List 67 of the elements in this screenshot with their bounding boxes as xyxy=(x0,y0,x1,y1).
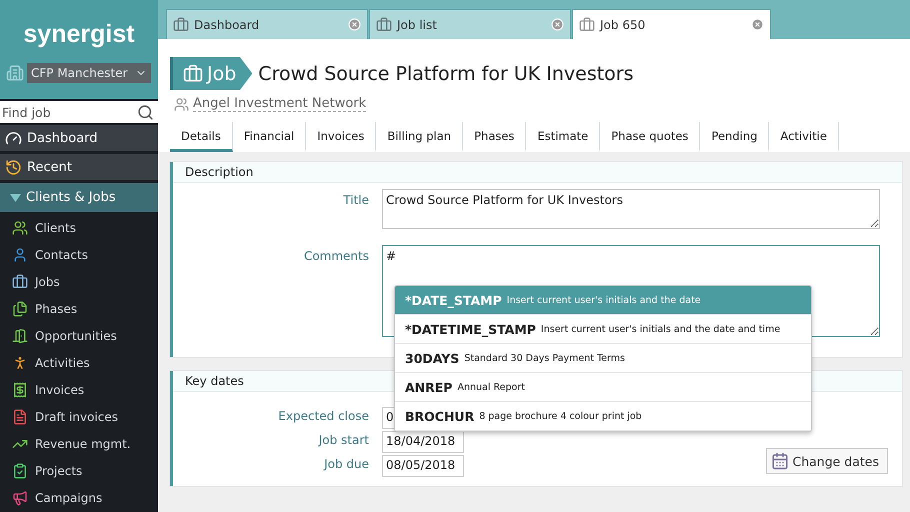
nav-item[interactable]: Contacts xyxy=(0,242,158,269)
briefcase-icon xyxy=(173,16,189,32)
nav-item[interactable]: Jobs xyxy=(0,268,158,296)
door-icon xyxy=(12,328,28,344)
search-box[interactable]: Find job xyxy=(0,100,158,124)
briefcase-icon xyxy=(12,274,28,290)
nav-item[interactable]: Draft invoices xyxy=(0,404,158,431)
field-label: Comments xyxy=(302,248,369,263)
job-title: Crowd Source Platform for UK Investors xyxy=(258,62,634,84)
document-icon xyxy=(12,409,28,426)
tab[interactable]: Invoices xyxy=(306,122,376,152)
tab[interactable]: Job 650 xyxy=(572,9,771,39)
nav-item[interactable]: Invoices xyxy=(0,376,158,404)
change-dates-button[interactable]: Change dates xyxy=(766,448,888,474)
tab[interactable]: Job list xyxy=(369,9,571,39)
megaphone-icon xyxy=(12,490,28,506)
nav-item[interactable]: Campaigns xyxy=(0,484,158,512)
office-select[interactable]: CFP Manchester xyxy=(27,63,151,83)
nav-item[interactable]: Opportunities xyxy=(0,322,158,350)
field-label: Title xyxy=(342,192,369,207)
logo: synergist xyxy=(23,20,135,49)
briefcase-icon xyxy=(376,16,392,32)
nav-item[interactable]: Projects xyxy=(0,458,158,485)
nav-item[interactable]: Clients xyxy=(0,214,158,242)
search-icon[interactable] xyxy=(137,104,154,121)
suggestion-item[interactable]: *DATETIME_STAMP Insert current user's initials and the date and time xyxy=(395,315,811,344)
nav-item[interactable]: Phases xyxy=(0,296,158,323)
tab[interactable]: Details xyxy=(170,122,233,152)
suggestion-item[interactable]: BROCHUR 8 page brochure 4 colour print job xyxy=(395,402,811,431)
panel-heading: Description xyxy=(173,162,902,183)
tab[interactable]: Activitie xyxy=(769,122,839,152)
nav-item[interactable]: Activities xyxy=(0,350,158,377)
tab[interactable]: Pending xyxy=(700,122,770,152)
field-label: Job start xyxy=(317,432,369,447)
tab[interactable]: Dashboard xyxy=(166,9,368,39)
briefcase-icon xyxy=(579,16,595,32)
triangle-down-icon xyxy=(10,192,21,203)
tab[interactable]: Phase quotes xyxy=(600,122,700,152)
close-icon[interactable] xyxy=(348,18,361,31)
invoice-icon xyxy=(12,382,28,398)
tab[interactable]: Billing plan xyxy=(376,122,464,152)
nav-section[interactable]: Clients & Jobs xyxy=(0,183,158,212)
text-area[interactable]: Crowd Source Platform for UK Investors xyxy=(382,189,880,229)
tab[interactable]: Phases xyxy=(463,122,526,152)
gauge-icon xyxy=(5,130,22,147)
close-icon[interactable] xyxy=(751,18,764,31)
suggestion-item[interactable]: ANREP Annual Report xyxy=(395,373,811,402)
suggestion-item[interactable]: 30DAYS Standard 30 Days Payment Terms xyxy=(395,344,811,373)
tab[interactable]: Financial xyxy=(232,122,306,152)
people-icon xyxy=(174,96,189,112)
clipboard-icon xyxy=(12,463,28,480)
building-icon xyxy=(6,64,24,82)
nav-section[interactable]: Recent xyxy=(0,154,158,180)
calendar-icon xyxy=(771,452,790,470)
nav-section[interactable]: Dashboard xyxy=(0,125,158,152)
people-icon xyxy=(12,220,28,236)
client-link[interactable]: Angel Investment Network xyxy=(193,96,366,112)
documents-icon xyxy=(12,301,28,318)
field-label: Expected close xyxy=(277,408,369,423)
person-icon xyxy=(12,247,28,264)
job-badge: Job xyxy=(170,57,252,90)
field-label: Job due xyxy=(322,456,369,471)
date-field[interactable]: 08/05/2018 xyxy=(382,455,464,477)
close-icon[interactable] xyxy=(551,18,564,31)
tab[interactable]: Estimate xyxy=(526,122,600,152)
nav-item[interactable]: Revenue mgmt. xyxy=(0,430,158,458)
history-icon xyxy=(5,158,22,176)
